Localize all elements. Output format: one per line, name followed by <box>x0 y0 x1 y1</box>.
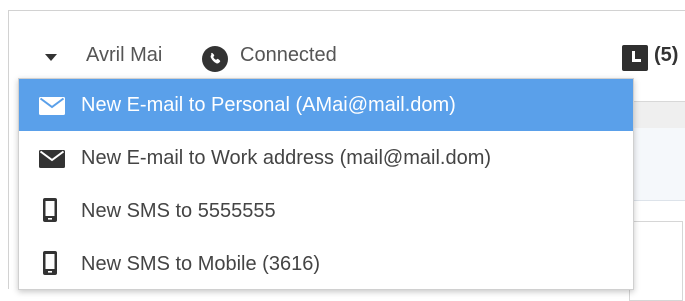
contact-name[interactable]: Avril Mai <box>86 44 162 67</box>
party-toolbar: Avril Mai Connected (5) <box>9 11 685 83</box>
contact-actions-menu: New E-mail to Personal (AMai@mail.dom) N… <box>18 78 634 290</box>
menu-item-new-email-personal[interactable]: New E-mail to Personal (AMai@mail.dom) <box>19 79 633 131</box>
menu-item-new-email-work[interactable]: New E-mail to Work address (mail@mail.do… <box>19 132 633 184</box>
chevron-down-icon[interactable] <box>45 54 57 61</box>
mobile-phone-icon <box>43 251 57 275</box>
phone-icon <box>202 46 228 72</box>
background-panel <box>629 128 685 201</box>
menu-item-label: New E-mail to Work address (mail@mail.do… <box>81 146 492 169</box>
mail-icon <box>39 150 65 168</box>
background-box <box>629 221 683 301</box>
clock-icon[interactable] <box>622 45 648 71</box>
history-count[interactable]: (5) <box>654 44 678 67</box>
menu-item-label: New E-mail to Personal (AMai@mail.dom) <box>81 93 456 116</box>
menu-item-label: New SMS to Mobile (3616) <box>81 252 320 275</box>
menu-item-new-sms-mobile[interactable]: New SMS to Mobile (3616) <box>19 238 633 290</box>
menu-item-new-sms-5555555[interactable]: New SMS to 5555555 <box>19 185 633 237</box>
mobile-phone-icon <box>43 198 57 222</box>
background-tab-strip <box>629 101 685 129</box>
mail-icon <box>39 97 65 115</box>
connection-status: Connected <box>240 44 337 66</box>
menu-item-label: New SMS to 5555555 <box>81 199 276 222</box>
